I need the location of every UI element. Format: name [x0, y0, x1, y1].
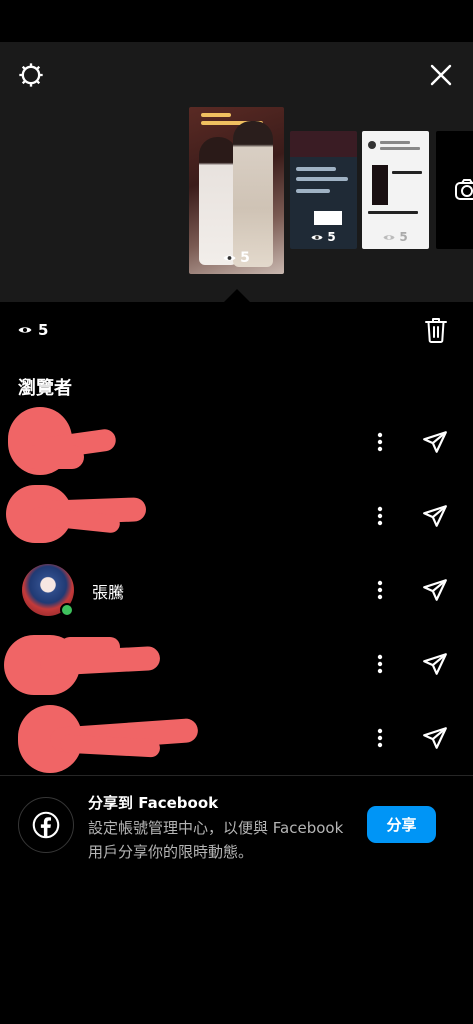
settings-gear-icon	[19, 63, 43, 87]
camera-icon	[455, 179, 473, 200]
viewer-row[interactable]	[0, 479, 473, 553]
story-screenshot-line	[296, 177, 348, 181]
viewer-send-button[interactable]	[419, 648, 451, 680]
share-button[interactable]: 分享	[367, 806, 436, 843]
redacted-scribble	[60, 637, 120, 657]
facebook-share-title: 分享到 Facebook	[88, 794, 219, 812]
story-summary-bar: 5	[0, 302, 473, 358]
story-thumbnail[interactable]: 5	[362, 131, 429, 249]
eye-icon	[223, 255, 236, 261]
facebook-icon	[32, 811, 60, 839]
story-carousel: 5 5 5	[0, 42, 473, 302]
story-figure	[199, 137, 237, 265]
story-screenshot-box	[314, 211, 342, 225]
story-thumbnail-selected[interactable]: 5	[189, 107, 284, 274]
story-view-count: 5	[362, 230, 429, 244]
story-screenshot-line	[380, 141, 410, 144]
viewer-more-button[interactable]	[368, 427, 392, 457]
story-screenshot-header	[290, 131, 357, 157]
story-screenshot-line	[368, 211, 418, 214]
viewers-heading: 瀏覽者	[18, 378, 72, 399]
send-paper-plane-icon	[423, 579, 447, 601]
delete-story-button[interactable]	[420, 314, 452, 346]
send-paper-plane-icon	[423, 505, 447, 527]
viewer-send-button[interactable]	[419, 722, 451, 754]
viewer-more-button[interactable]	[368, 649, 392, 679]
story-screenshot-line	[296, 189, 330, 193]
more-vertical-icon	[377, 654, 383, 674]
eye-icon	[383, 234, 395, 240]
eye-icon	[18, 327, 32, 333]
facebook-share-description: 設定帳號管理中心，以便與 Facebook 用戶分享你的限時動態。	[88, 819, 344, 861]
viewer-name: 張騰	[92, 583, 125, 602]
more-vertical-icon	[377, 432, 383, 452]
close-x-icon	[430, 64, 452, 86]
status-bar-area	[0, 0, 473, 42]
viewer-send-button[interactable]	[419, 500, 451, 532]
online-status-dot	[60, 603, 74, 617]
facebook-logo	[18, 797, 74, 853]
more-vertical-icon	[377, 580, 383, 600]
selected-story-pointer	[224, 289, 250, 302]
viewer-send-button[interactable]	[419, 426, 451, 458]
total-views: 5	[18, 321, 48, 339]
story-thumbnail[interactable]: 5	[290, 131, 357, 249]
close-button[interactable]	[424, 58, 458, 92]
story-screenshot-line	[380, 147, 420, 150]
viewer-more-button[interactable]	[368, 501, 392, 531]
story-screenshot-line	[392, 171, 422, 174]
viewer-row[interactable]	[0, 701, 473, 775]
viewer-row[interactable]	[0, 627, 473, 701]
story-view-count-value: 5	[240, 250, 250, 266]
story-view-count-value: 5	[399, 230, 408, 244]
viewer-more-button[interactable]	[368, 723, 392, 753]
viewer-more-button[interactable]	[368, 575, 392, 605]
facebook-share-card: 分享到 Facebook 設定帳號管理中心，以便與 Facebook 用戶分享你…	[0, 776, 473, 876]
more-vertical-icon	[377, 728, 383, 748]
trash-icon	[425, 318, 447, 343]
send-paper-plane-icon	[423, 653, 447, 675]
settings-button[interactable]	[14, 58, 48, 92]
more-vertical-icon	[377, 506, 383, 526]
story-screenshot-line	[296, 167, 336, 171]
story-screenshot-avatar	[368, 141, 376, 149]
viewer-row[interactable]	[0, 405, 473, 479]
total-views-value: 5	[38, 321, 49, 339]
add-story-thumbnail[interactable]	[436, 131, 473, 249]
send-paper-plane-icon	[423, 727, 447, 749]
redacted-scribble	[24, 445, 84, 469]
viewer-row[interactable]: 張騰	[0, 553, 473, 627]
story-figure	[233, 121, 273, 267]
story-view-count: 5	[189, 250, 284, 266]
story-screenshot-poster	[372, 165, 388, 205]
story-view-count-value: 5	[327, 230, 336, 244]
eye-icon	[311, 234, 323, 240]
viewer-send-button[interactable]	[419, 574, 451, 606]
send-paper-plane-icon	[423, 431, 447, 453]
story-view-count: 5	[290, 230, 357, 244]
